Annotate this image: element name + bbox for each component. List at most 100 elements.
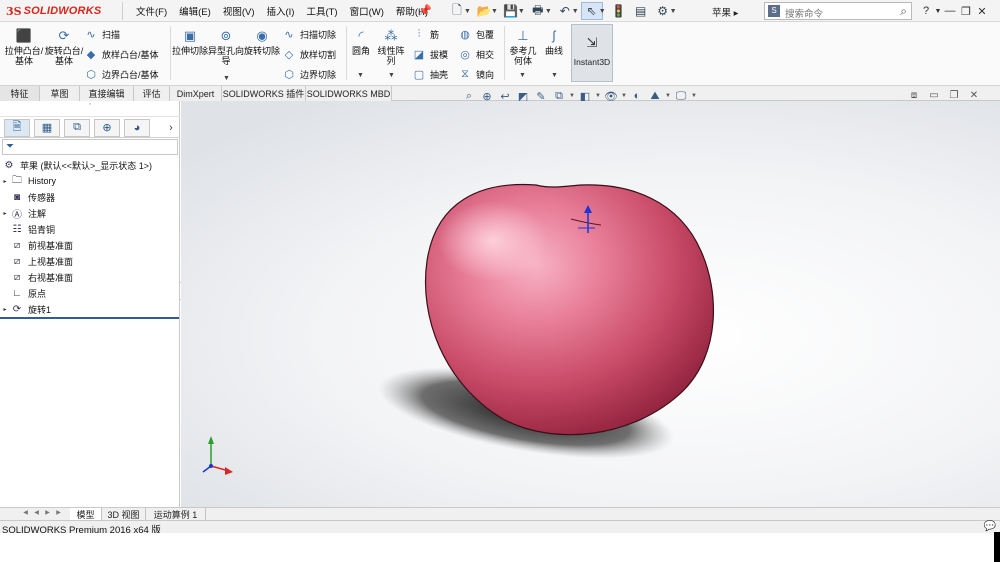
tab-features[interactable]: 特征: [0, 86, 40, 101]
help-icon[interactable]: ?: [918, 5, 934, 17]
tree-item-material[interactable]: ☷ 铝青铜: [0, 221, 180, 237]
tree-item-revolve1[interactable]: ▸ ⟳ 旋转1: [0, 301, 180, 317]
options-dropdown-icon[interactable]: ▼: [670, 8, 677, 15]
tab-solidworks-addins[interactable]: SOLIDWORKS 插件: [222, 86, 306, 101]
propertymanager-icon[interactable]: ▦: [34, 118, 60, 137]
configurationmanager-icon[interactable]: ⧉: [64, 118, 90, 137]
tree-item-top-plane[interactable]: ⧄ 上视基准面: [0, 253, 180, 269]
dimxpertmanager-icon[interactable]: ⊕: [94, 118, 120, 137]
next-tab-icon[interactable]: ▶: [42, 509, 53, 516]
undo-dropdown-icon[interactable]: ▼: [572, 8, 579, 15]
last-tab-icon[interactable]: ▶: [53, 509, 64, 516]
expand-icon[interactable]: ▸: [0, 210, 10, 217]
boundary-boss-button[interactable]: ⬡ 边界凸台/基体: [84, 66, 158, 82]
rib-button[interactable]: ⫶ 筋: [412, 26, 439, 42]
reference-geometry-button[interactable]: ⊥ 参考几何体: [506, 28, 540, 66]
menu-insert[interactable]: 插入(I): [266, 4, 294, 18]
view-orientation-dropdown-icon[interactable]: ▼: [568, 93, 576, 99]
tree-filter-field[interactable]: ⏷: [2, 139, 178, 155]
revolve-cut-button[interactable]: ◉ 旋转切除: [244, 28, 280, 56]
shell-button[interactable]: ▢ 抽壳: [412, 66, 448, 82]
search-input[interactable]: 搜索命令: [785, 6, 823, 20]
help-dropdown-icon[interactable]: ▼: [934, 8, 942, 15]
new-dropdown-icon[interactable]: ▼: [464, 8, 471, 15]
mirror-button[interactable]: ⧖ 镜向: [458, 66, 494, 82]
menu-window[interactable]: 窗口(W): [350, 4, 384, 18]
linear-pattern-dropdown-icon[interactable]: ▼: [388, 72, 395, 79]
extrude-boss-button[interactable]: ⬛ 拉伸凸台/基体: [4, 28, 44, 66]
rollback-bar[interactable]: [0, 317, 179, 319]
revolve-boss-button[interactable]: ⟳ 旋转凸台/基体: [44, 28, 84, 66]
menu-tools[interactable]: 工具(T): [306, 4, 337, 18]
minimize-icon[interactable]: —: [942, 5, 958, 17]
tab-solidworks-mbd[interactable]: SOLIDWORKS MBD: [306, 86, 392, 101]
graphics-area[interactable]: [181, 101, 1000, 507]
reference-geometry-dropdown-icon[interactable]: ▼: [519, 72, 526, 79]
restore-icon[interactable]: ❐: [958, 5, 974, 18]
orientation-triad-icon[interactable]: [202, 436, 233, 475]
menu-file[interactable]: 文件(F): [136, 4, 167, 18]
search-scope-icon[interactable]: S: [768, 5, 780, 17]
pin-menu-icon[interactable]: 📌: [418, 4, 432, 17]
first-tab-icon[interactable]: ◀: [20, 509, 31, 516]
linear-pattern-button[interactable]: ⁂ 线性阵列: [374, 28, 408, 66]
tree-item-history[interactable]: ▸ 🗀 History: [0, 173, 180, 189]
instant3d-button[interactable]: ⇲ Instant3D: [571, 24, 613, 82]
hole-wizard-button[interactable]: ⊚ 异型孔向导: [208, 28, 244, 66]
open-dropdown-icon[interactable]: ▼: [491, 8, 498, 15]
curves-button[interactable]: ʃ 曲线: [540, 28, 568, 56]
command-search[interactable]: S 搜索命令 ⌕: [764, 2, 912, 20]
tree-item-front-plane[interactable]: ⧄ 前视基准面: [0, 237, 180, 253]
tree-item-right-plane[interactable]: ⧄ 右视基准面: [0, 269, 180, 285]
tab-motion-study[interactable]: 运动算例 1: [146, 508, 206, 520]
tab-direct-editing[interactable]: 直接编辑: [80, 86, 134, 101]
select-dropdown-icon[interactable]: ▼: [599, 8, 606, 15]
tab-model[interactable]: 模型: [70, 508, 102, 520]
hide-show-dropdown-icon[interactable]: ▼: [620, 93, 628, 99]
more-tabs-icon[interactable]: ›: [166, 119, 176, 137]
viewport-close-icon[interactable]: ✕: [964, 90, 984, 101]
tree-item-annotations[interactable]: ▸ Ⓐ 注解: [0, 205, 180, 221]
viewport-minimize-icon[interactable]: ▭: [924, 90, 944, 101]
swept-cut-button[interactable]: ∿ 扫描切除: [282, 26, 336, 42]
view-settings-dropdown-icon[interactable]: ▼: [690, 93, 698, 99]
loft-button[interactable]: ◆ 放样凸台/基体: [84, 46, 159, 62]
print-dropdown-icon[interactable]: ▼: [545, 8, 552, 15]
displaymanager-icon[interactable]: ◕: [124, 118, 150, 137]
boundary-cut-button[interactable]: ⬡ 边界切除: [282, 66, 336, 82]
menu-edit[interactable]: 编辑(E): [179, 4, 211, 18]
viewport-restore-icon[interactable]: ❐: [944, 90, 964, 101]
tab-evaluate[interactable]: 评估: [134, 86, 170, 101]
tree-root[interactable]: ⚙ 苹果 (默认<<默认>_显示状态 1>): [0, 157, 180, 173]
status-chat-icon[interactable]: 💬: [984, 521, 996, 532]
fillet-button[interactable]: ◜ 圆角: [348, 28, 374, 56]
display-style-dropdown-icon[interactable]: ▼: [594, 93, 602, 99]
lofted-cut-button[interactable]: ◇ 放样切割: [282, 46, 336, 62]
viewport-expand-icon[interactable]: ⧈: [904, 90, 924, 101]
tree-item-origin[interactable]: ∟ 原点: [0, 285, 180, 301]
tree-item-sensors[interactable]: ◙ 传感器: [0, 189, 180, 205]
draft-button[interactable]: ◪ 拔模: [412, 46, 448, 62]
apply-scene-dropdown-icon[interactable]: ▼: [664, 93, 672, 99]
menu-view[interactable]: 视图(V): [223, 4, 255, 18]
featuremanager-tree-icon[interactable]: 🗎: [4, 118, 30, 137]
tab-sketch[interactable]: 草图: [40, 86, 80, 101]
hole-wizard-dropdown-icon[interactable]: ▼: [223, 75, 230, 82]
file-properties-icon[interactable]: ▤: [630, 2, 652, 20]
close-icon[interactable]: ✕: [974, 5, 990, 18]
curves-dropdown-icon[interactable]: ▼: [551, 72, 558, 79]
intersect-button[interactable]: ◎ 相交: [458, 46, 494, 62]
solidworks-logo[interactable]: 3S SOLIDWORKS: [6, 4, 101, 18]
search-icon[interactable]: ⌕: [900, 4, 907, 19]
expand-icon[interactable]: ▸: [0, 178, 10, 185]
extrude-cut-button[interactable]: ▣ 拉伸切除: [172, 28, 208, 56]
prev-tab-icon[interactable]: ◀: [31, 509, 42, 516]
fillet-dropdown-icon[interactable]: ▼: [357, 72, 364, 79]
tab-dimxpert[interactable]: DimXpert: [170, 86, 222, 101]
expand-icon[interactable]: ▸: [0, 306, 10, 313]
panel-splitter[interactable]: ◦: [0, 101, 180, 117]
rebuild-traffic-light-icon[interactable]: 🚦: [608, 2, 630, 20]
save-dropdown-icon[interactable]: ▼: [518, 8, 525, 15]
sweep-button[interactable]: ∿ 扫描: [84, 26, 120, 42]
tab-3d-views[interactable]: 3D 视图: [102, 508, 146, 520]
